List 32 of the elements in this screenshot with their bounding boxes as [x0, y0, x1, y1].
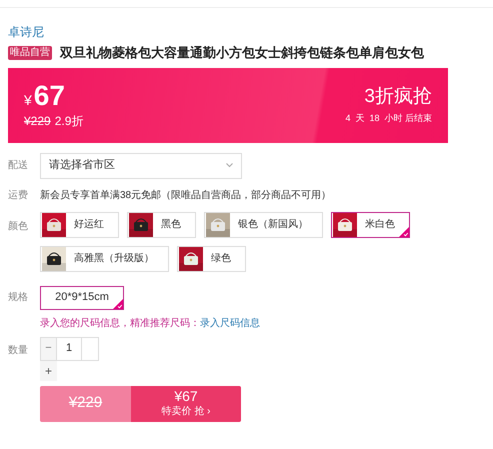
check-corner-icon	[113, 298, 123, 308]
size-option[interactable]: 20*9*15cm	[40, 286, 124, 310]
original-price: ¥229	[24, 113, 51, 130]
row-label: 颜色	[8, 220, 29, 234]
currency-symbol: ¥	[24, 91, 32, 110]
row-label: 数量	[8, 344, 29, 358]
color-option[interactable]: 银色（新国风）	[204, 212, 323, 238]
buy-button[interactable]: ¥67 特卖价 抢 ›	[131, 386, 241, 422]
shipping-info: 新会员专享首单满38元免邮（限唯品自营商品，部分商品不可用）	[40, 188, 332, 202]
color-option[interactable]: 绿色	[177, 246, 246, 272]
size-info-link[interactable]: 录入尺码信息	[200, 318, 260, 328]
discount-label: 2.9折	[54, 113, 84, 130]
sale-price: 67	[34, 80, 65, 112]
color-option[interactable]: 高雅黑（升级版）	[40, 246, 169, 272]
region-select[interactable]: 请选择省市区	[40, 152, 242, 178]
brand-link[interactable]: 卓诗尼	[8, 24, 485, 40]
plus-button[interactable]: +	[40, 360, 57, 380]
check-corner-icon	[399, 226, 409, 236]
countdown-text: 4 天 18 小时 后结束	[345, 112, 432, 126]
chevron-down-icon	[226, 163, 233, 168]
decrease-button[interactable]: −	[40, 336, 57, 360]
store-tag: 唯品自营	[8, 46, 52, 60]
product-title: 双旦礼物菱格包大容量通勤小方包女士斜挎包链条包单肩包女包	[60, 44, 424, 62]
size-hint: 录入您的尺码信息，精准推荐尺码：	[40, 318, 200, 328]
increase-button[interactable]	[81, 336, 99, 360]
row-label: 运费	[8, 188, 29, 202]
row-label: 规格	[8, 290, 29, 305]
row-label: 配送	[8, 159, 29, 173]
promo-headline: 3折疯抢	[364, 85, 432, 110]
color-option[interactable]: 米白色	[331, 212, 410, 238]
color-option[interactable]: 黑色	[127, 212, 196, 238]
color-option[interactable]: 好运红	[40, 212, 119, 238]
